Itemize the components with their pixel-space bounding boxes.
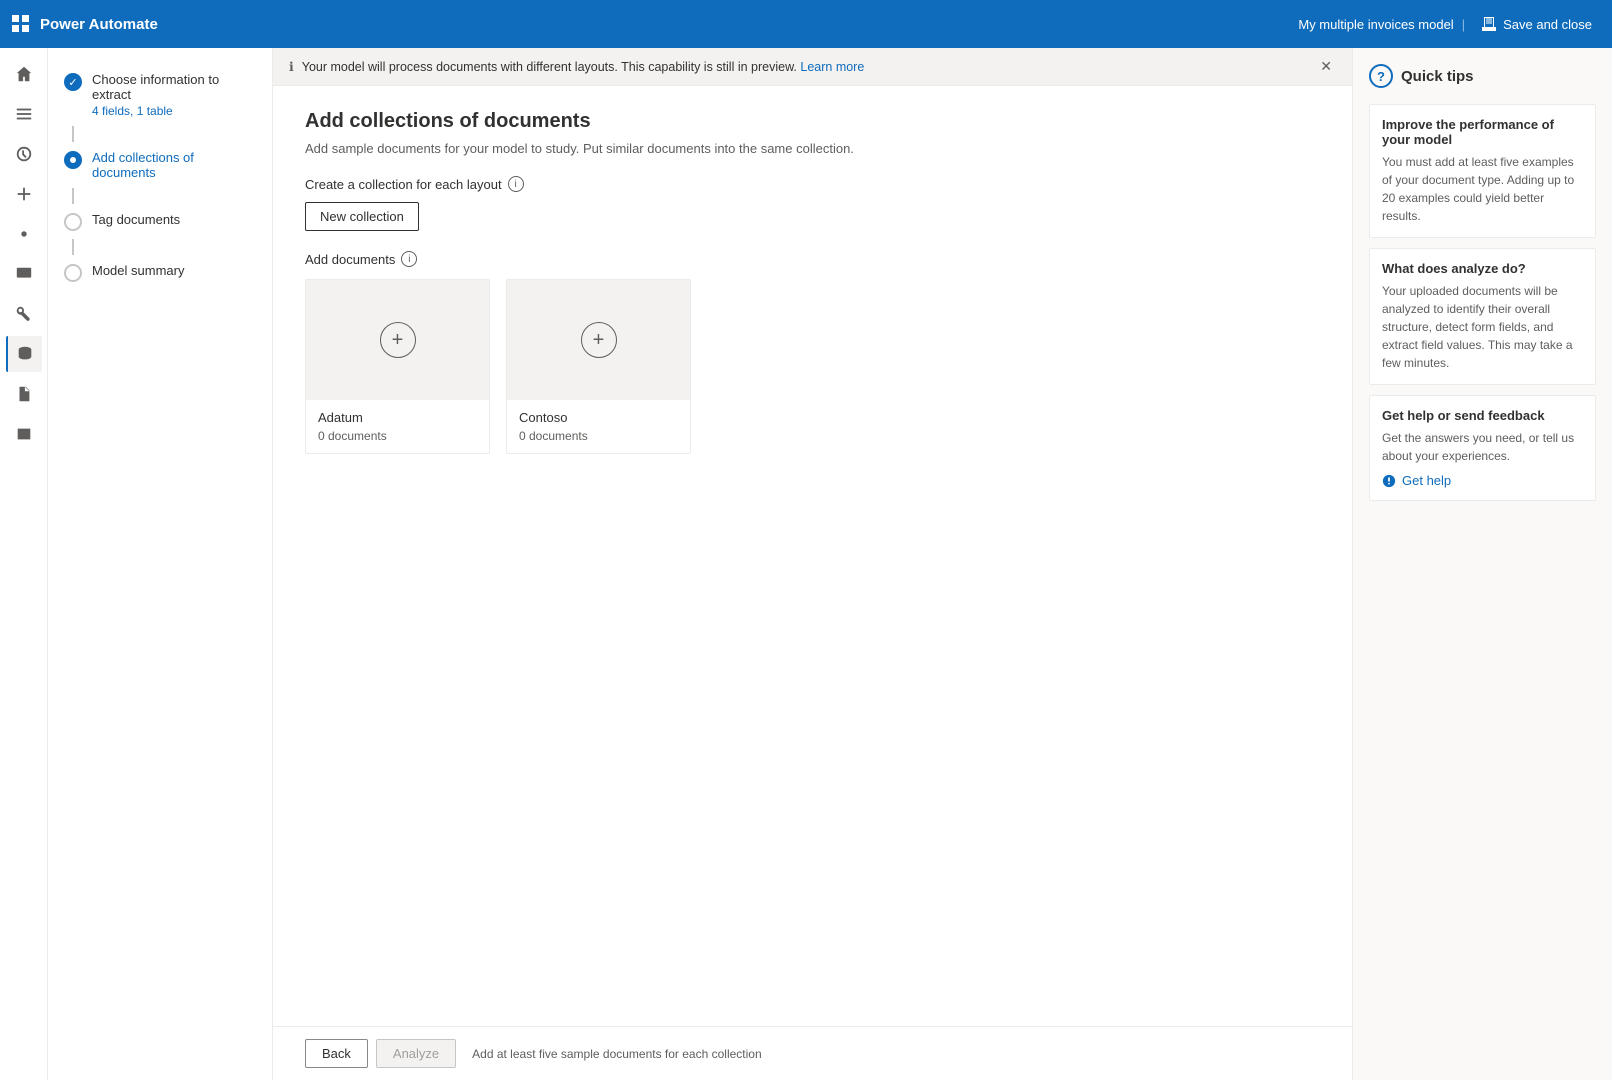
step2-title: Add collections of documents: [92, 150, 256, 180]
collections-grid: + Adatum 0 documents + Contoso 0 documen…: [305, 279, 1320, 454]
tip1-title: Improve the performance of your model: [1382, 117, 1583, 147]
create-collection-info-icon[interactable]: i: [508, 176, 524, 192]
back-button[interactable]: Back: [305, 1039, 368, 1068]
app-title: Power Automate: [40, 16, 158, 33]
step-model-summary[interactable]: Model summary: [48, 255, 272, 290]
adatum-upload-area[interactable]: +: [306, 280, 489, 400]
topbar-right: My multiple invoices model | Save and cl…: [1298, 12, 1600, 36]
contoso-plus-icon: +: [581, 322, 617, 358]
info-banner: ℹ Your model will process documents with…: [273, 48, 1352, 86]
step-tag-docs[interactable]: Tag documents: [48, 204, 272, 239]
step1-title: Choose information to extract: [92, 72, 256, 102]
adatum-plus-icon: +: [380, 322, 416, 358]
tip2-title: What does analyze do?: [1382, 261, 1583, 276]
step-choose-info[interactable]: ✓ Choose information to extract 4 fields…: [48, 64, 272, 126]
tip2-text: Your uploaded documents will be analyzed…: [1382, 282, 1583, 372]
create-collection-label: Create a collection for each layout i: [305, 176, 1320, 192]
nav-menu-icon[interactable]: [6, 96, 42, 132]
tip3-title: Get help or send feedback: [1382, 408, 1583, 423]
quick-tips-panel: ? Quick tips Improve the performance of …: [1352, 48, 1612, 1080]
model-name: My multiple invoices model: [1298, 17, 1453, 32]
nav-monitor-icon[interactable]: [6, 256, 42, 292]
step3-indicator: [64, 213, 82, 231]
step1-content: Choose information to extract 4 fields, …: [92, 72, 256, 118]
learn-more-link[interactable]: Learn more: [800, 60, 864, 74]
new-collection-button[interactable]: New collection: [305, 202, 419, 231]
nav-activity-icon[interactable]: [6, 136, 42, 172]
step1-indicator: ✓: [64, 73, 82, 91]
tip-card-help: Get help or send feedback Get the answer…: [1369, 395, 1596, 501]
contoso-info: Contoso 0 documents: [507, 400, 690, 453]
contoso-name: Contoso: [519, 410, 678, 425]
steps-sidebar: ✓ Choose information to extract 4 fields…: [48, 48, 273, 1080]
tip-card-analyze: What does analyze do? Your uploaded docu…: [1369, 248, 1596, 385]
step4-title: Model summary: [92, 263, 256, 278]
topbar: Power Automate My multiple invoices mode…: [0, 0, 1612, 48]
adatum-info: Adatum 0 documents: [306, 400, 489, 453]
step4-content: Model summary: [92, 263, 256, 278]
close-banner-button[interactable]: ✕: [1316, 58, 1336, 75]
banner-text: Your model will process documents with d…: [302, 60, 1309, 74]
add-documents-info-icon[interactable]: i: [401, 251, 417, 267]
left-nav: [0, 48, 48, 1080]
nav-home-icon[interactable]: [6, 56, 42, 92]
get-help-link[interactable]: Get help: [1382, 473, 1583, 488]
step-add-collections[interactable]: Add collections of documents: [48, 142, 272, 188]
banner-info-icon: ℹ: [289, 59, 294, 74]
tip1-text: You must add at least five examples of y…: [1382, 153, 1583, 225]
nav-data-icon[interactable]: [6, 336, 42, 372]
adatum-count: 0 documents: [318, 429, 477, 443]
topbar-divider: |: [1462, 17, 1465, 32]
adatum-name: Adatum: [318, 410, 477, 425]
step4-indicator: [64, 264, 82, 282]
quick-tips-header: ? Quick tips: [1369, 64, 1596, 88]
contoso-upload-area[interactable]: +: [507, 280, 690, 400]
content-body: Add collections of documents Add sample …: [273, 86, 1352, 1026]
save-close-label: Save and close: [1503, 17, 1592, 32]
tip3-text: Get the answers you need, or tell us abo…: [1382, 429, 1583, 465]
step3-title: Tag documents: [92, 212, 256, 227]
analyze-button: Analyze: [376, 1039, 456, 1068]
page-description: Add sample documents for your model to s…: [305, 141, 1320, 156]
nav-ai-icon[interactable]: [6, 216, 42, 252]
footer-hint: Add at least five sample documents for e…: [472, 1047, 762, 1061]
page-title: Add collections of documents: [305, 110, 1320, 133]
nav-plus-icon[interactable]: [6, 176, 42, 212]
nav-tools-icon[interactable]: [6, 296, 42, 332]
contoso-count: 0 documents: [519, 429, 678, 443]
nav-document-icon[interactable]: [6, 376, 42, 412]
main-content: ℹ Your model will process documents with…: [273, 48, 1352, 1080]
tip-card-performance: Improve the performance of your model Yo…: [1369, 104, 1596, 238]
footer: Back Analyze Add at least five sample do…: [273, 1026, 1352, 1080]
collection-card-contoso[interactable]: + Contoso 0 documents: [506, 279, 691, 454]
save-close-button[interactable]: Save and close: [1473, 12, 1600, 36]
question-icon: ?: [1369, 64, 1393, 88]
quick-tips-title: Quick tips: [1401, 68, 1474, 85]
step2-content: Add collections of documents: [92, 150, 256, 180]
apps-grid-icon[interactable]: [12, 15, 30, 33]
step3-content: Tag documents: [92, 212, 256, 227]
add-documents-label: Add documents i: [305, 251, 1320, 267]
step2-indicator: [64, 151, 82, 169]
step1-subtitle: 4 fields, 1 table: [92, 104, 256, 118]
nav-book-icon[interactable]: [6, 416, 42, 452]
collection-card-adatum[interactable]: + Adatum 0 documents: [305, 279, 490, 454]
